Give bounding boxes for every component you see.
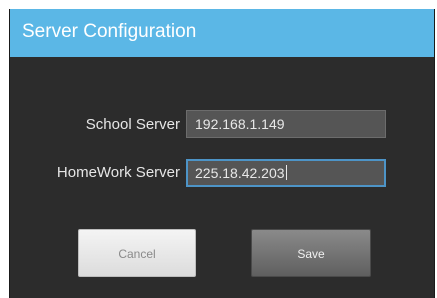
homework-server-label: HomeWork Server bbox=[56, 164, 180, 181]
cancel-button[interactable]: Cancel bbox=[78, 229, 196, 277]
homework-server-value: 225.18.42.203 bbox=[195, 165, 285, 181]
school-server-input[interactable]: 192.168.1.149 bbox=[186, 110, 386, 138]
school-server-value: 192.168.1.149 bbox=[195, 116, 285, 132]
text-caret bbox=[285, 165, 287, 180]
homework-server-input[interactable]: 225.18.42.203 bbox=[186, 159, 386, 187]
dialog-header: Server Configuration bbox=[10, 9, 434, 57]
school-server-label: School Server bbox=[85, 116, 180, 133]
save-button[interactable]: Save bbox=[251, 229, 371, 277]
dialog-title: Server Configuration bbox=[22, 21, 197, 42]
server-configuration-dialog: Server Configuration School Server 192.1… bbox=[9, 9, 435, 298]
